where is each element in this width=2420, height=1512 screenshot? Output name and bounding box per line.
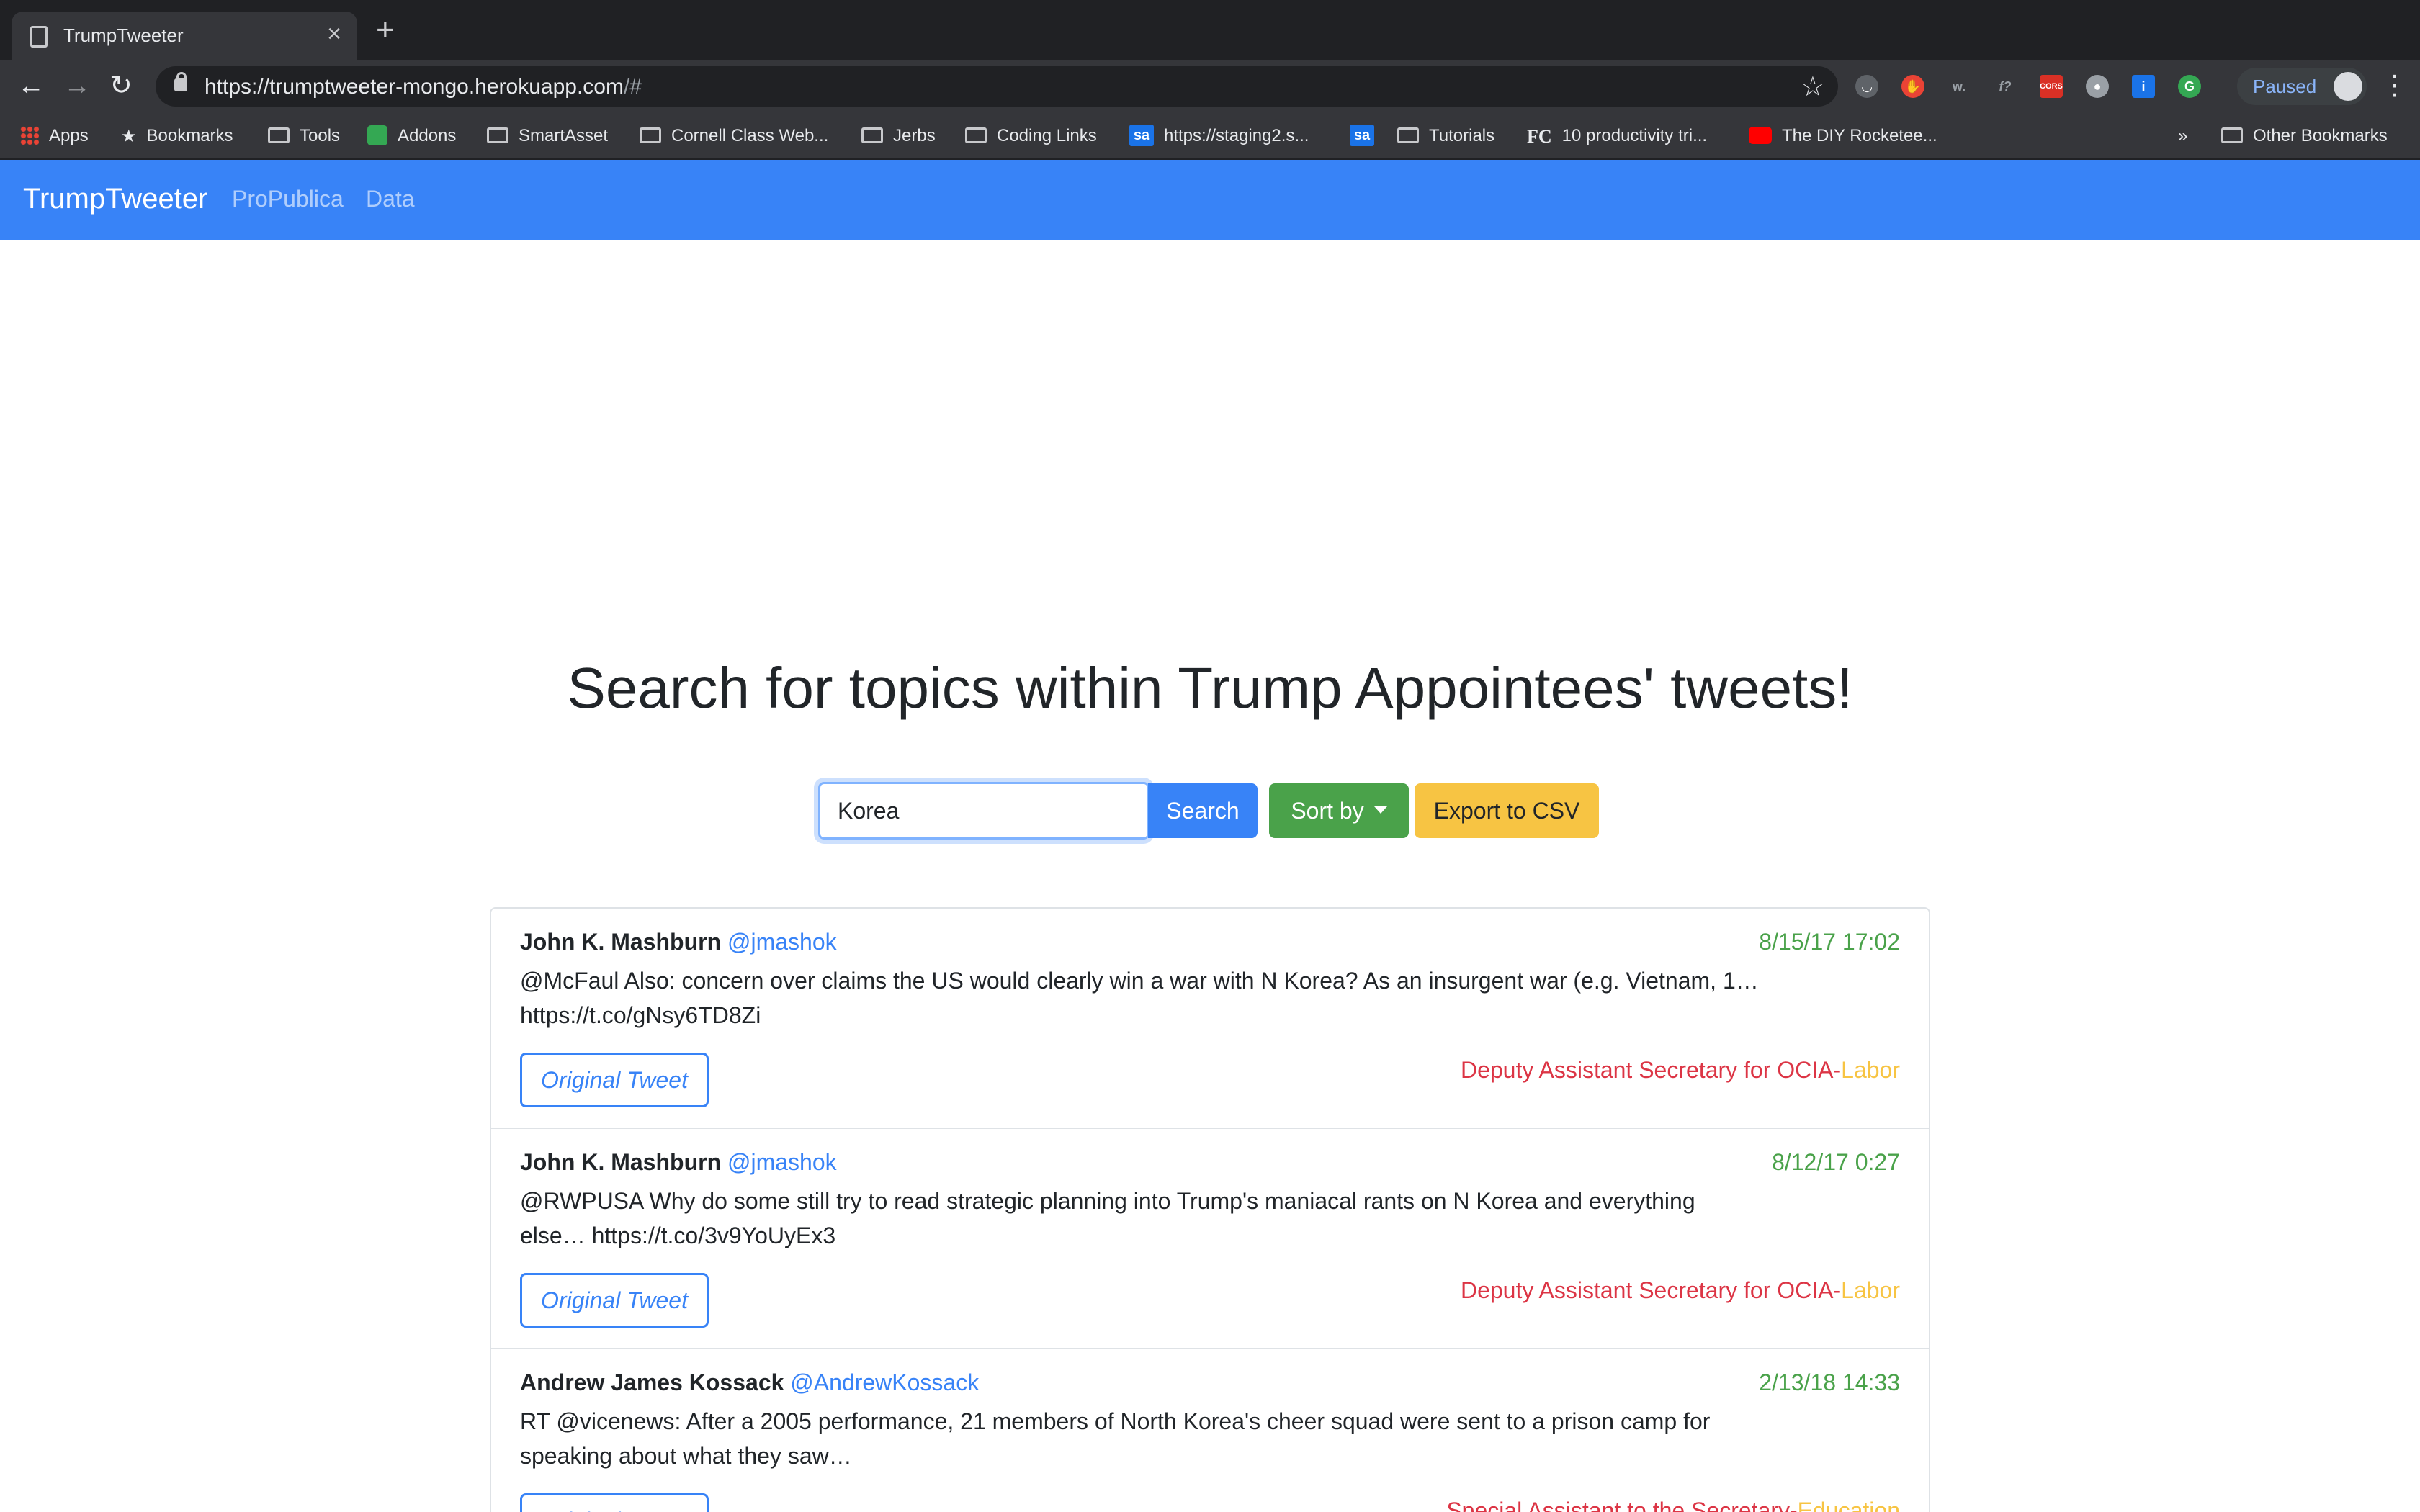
bookmark-jerbs[interactable]: Jerbs — [861, 124, 936, 148]
bookmark-other[interactable]: Other Bookmarks — [2221, 124, 2388, 148]
position-title: Deputy Assistant Secretary for OCIA- — [1460, 1057, 1842, 1083]
browser-tab[interactable]: TrumpTweeter × — [12, 12, 357, 60]
tweet-card: Andrew James Kossack @AndrewKossack 2/13… — [491, 1349, 1929, 1512]
lock-icon — [174, 72, 187, 91]
bookmark-star-icon[interactable]: ☆ — [1801, 71, 1825, 103]
fc-icon: FC — [1527, 125, 1552, 147]
original-tweet-button[interactable]: Original Tweet — [520, 1053, 709, 1107]
font-finder-icon[interactable]: f? — [1994, 75, 2017, 98]
browser-toolbar: ← → ↻ https://trumptweeter-mongo.herokua… — [0, 60, 2420, 112]
folder-icon — [640, 127, 661, 143]
tweet-text: @McFaul Also: concern over claims the US… — [520, 968, 1759, 1028]
nav-link-data[interactable]: Data — [366, 186, 415, 212]
bookmark-productivity[interactable]: FC 10 productivity tri... — [1527, 124, 1707, 148]
agency-name: Education — [1797, 1498, 1900, 1512]
appointee-position: Deputy Assistant Secretary for OCIA-Labo… — [1461, 1277, 1900, 1304]
bookmark-diy-rocketeer[interactable]: The DIY Rocketee... — [1749, 124, 1937, 148]
search-button[interactable]: Search — [1148, 783, 1258, 838]
wikiwand-icon[interactable]: w. — [1948, 75, 1971, 98]
tweet-date: 8/12/17 0:27 — [1772, 1149, 1900, 1175]
tweet-date: 8/15/17 17:02 — [1759, 929, 1900, 955]
search-input[interactable] — [818, 782, 1150, 840]
bookmark-coding-links[interactable]: Coding Links — [965, 124, 1097, 148]
close-tab-icon[interactable]: × — [327, 22, 341, 46]
app-navbar: TrumpTweeter ProPublica Data — [0, 160, 2420, 240]
page-icon — [30, 26, 48, 48]
tweet-card: John K. Mashburn @jmashok 8/12/17 0:27 @… — [491, 1129, 1929, 1349]
tweet-author: Andrew James Kossack @AndrewKossack — [520, 1369, 979, 1396]
author-handle[interactable]: @jmashok — [727, 929, 837, 955]
caret-down-icon — [1373, 806, 1387, 814]
bookmarks-overflow-icon[interactable]: » — [2178, 124, 2187, 148]
author-handle[interactable]: @AndrewKossack — [790, 1369, 979, 1395]
tab-title: TrumpTweeter — [63, 24, 184, 46]
appointee-position: Special Assistant to the Secretary-Educa… — [1446, 1498, 1900, 1512]
appointee-position: Deputy Assistant Secretary for OCIA-Labo… — [1461, 1057, 1900, 1084]
folder-icon — [861, 127, 883, 143]
bookmark-tools[interactable]: Tools — [268, 124, 340, 148]
bookmark-bookmarks[interactable]: ★ Bookmarks — [121, 124, 233, 148]
address-bar[interactable]: https://trumptweeter-mongo.herokuapp.com… — [156, 66, 1838, 107]
bookmarks-bar: Apps ★ Bookmarks Tools Addons SmartAsset … — [0, 112, 2420, 160]
sort-by-dropdown[interactable]: Sort by — [1269, 783, 1409, 838]
info-extension-icon[interactable]: i — [2132, 75, 2155, 98]
position-title: Special Assistant to the Secretary- — [1446, 1498, 1798, 1512]
tweet-author: John K. Mashburn @jmashok — [520, 1149, 837, 1176]
original-tweet-button[interactable]: Original Tweet — [520, 1273, 709, 1328]
agency-name: Labor — [1841, 1057, 1900, 1083]
export-csv-button[interactable]: Export to CSV — [1415, 783, 1599, 838]
apps-grid-icon — [20, 125, 39, 145]
sa-icon: sa — [1350, 124, 1374, 146]
sa-icon: sa — [1129, 124, 1154, 146]
pocket-icon[interactable]: ◡ — [1855, 75, 1878, 98]
folder-icon — [487, 127, 508, 143]
bookmark-addons[interactable]: Addons — [367, 124, 456, 148]
tweet-text: @RWPUSA Why do some still try to read st… — [520, 1188, 1695, 1248]
nav-link-propublica[interactable]: ProPublica — [232, 186, 344, 212]
author-name: Andrew James Kossack — [520, 1369, 784, 1395]
youtube-icon — [1749, 126, 1772, 144]
forward-arrow-icon[interactable]: → — [63, 69, 91, 102]
cors-icon[interactable]: CORS — [2040, 75, 2063, 98]
adblock-icon[interactable]: ✋ — [1901, 75, 1924, 98]
new-tab-icon[interactable]: + — [376, 14, 395, 46]
tweet-author: John K. Mashburn @jmashok — [520, 929, 837, 955]
original-tweet-button[interactable]: Original Tweet — [520, 1493, 709, 1512]
back-arrow-icon[interactable]: ← — [17, 69, 45, 102]
brand-link[interactable]: TrumpTweeter — [23, 183, 207, 215]
results-list: John K. Mashburn @jmashok 8/15/17 17:02 … — [490, 907, 1930, 1512]
bookmark-smartasset[interactable]: SmartAsset — [487, 124, 608, 148]
browser-tab-strip: TrumpTweeter × + — [0, 0, 2420, 60]
grammarly-icon[interactable]: G — [2178, 75, 2201, 98]
bookmark-sa[interactable]: sa — [1350, 124, 1384, 148]
folder-icon — [1397, 127, 1419, 143]
author-name: John K. Mashburn — [520, 929, 722, 955]
browser-menu-icon[interactable]: ⋮ — [2381, 69, 2408, 102]
star-icon: ★ — [121, 126, 137, 146]
folder-icon — [965, 127, 987, 143]
tweet-date: 2/13/18 14:33 — [1759, 1369, 1900, 1395]
extension-globe-icon[interactable]: ● — [2086, 75, 2109, 98]
author-name: John K. Mashburn — [520, 1149, 722, 1175]
reload-icon[interactable]: ↻ — [109, 69, 133, 102]
folder-icon — [268, 127, 290, 143]
url-text[interactable]: https://trumptweeter-mongo.herokuapp.com… — [205, 75, 642, 99]
page-title: Search for topics within Trump Appointee… — [567, 656, 1853, 720]
tweet-card: John K. Mashburn @jmashok 8/15/17 17:02 … — [491, 909, 1929, 1129]
bookmark-tutorials[interactable]: Tutorials — [1397, 124, 1494, 148]
author-handle[interactable]: @jmashok — [727, 1149, 837, 1175]
profile-status: Paused — [2253, 76, 2317, 97]
bookmark-cornell[interactable]: Cornell Class Web... — [640, 124, 828, 148]
folder-icon — [2221, 127, 2243, 143]
puzzle-icon — [367, 125, 387, 145]
bookmark-apps[interactable]: Apps — [20, 124, 89, 148]
profile-button[interactable]: Paused — [2237, 68, 2367, 105]
position-title: Deputy Assistant Secretary for OCIA- — [1460, 1277, 1842, 1303]
bookmark-staging[interactable]: sa https://staging2.s... — [1129, 124, 1309, 148]
avatar — [2334, 72, 2362, 101]
tweet-text: RT @vicenews: After a 2005 performance, … — [520, 1408, 1711, 1469]
agency-name: Labor — [1841, 1277, 1900, 1303]
